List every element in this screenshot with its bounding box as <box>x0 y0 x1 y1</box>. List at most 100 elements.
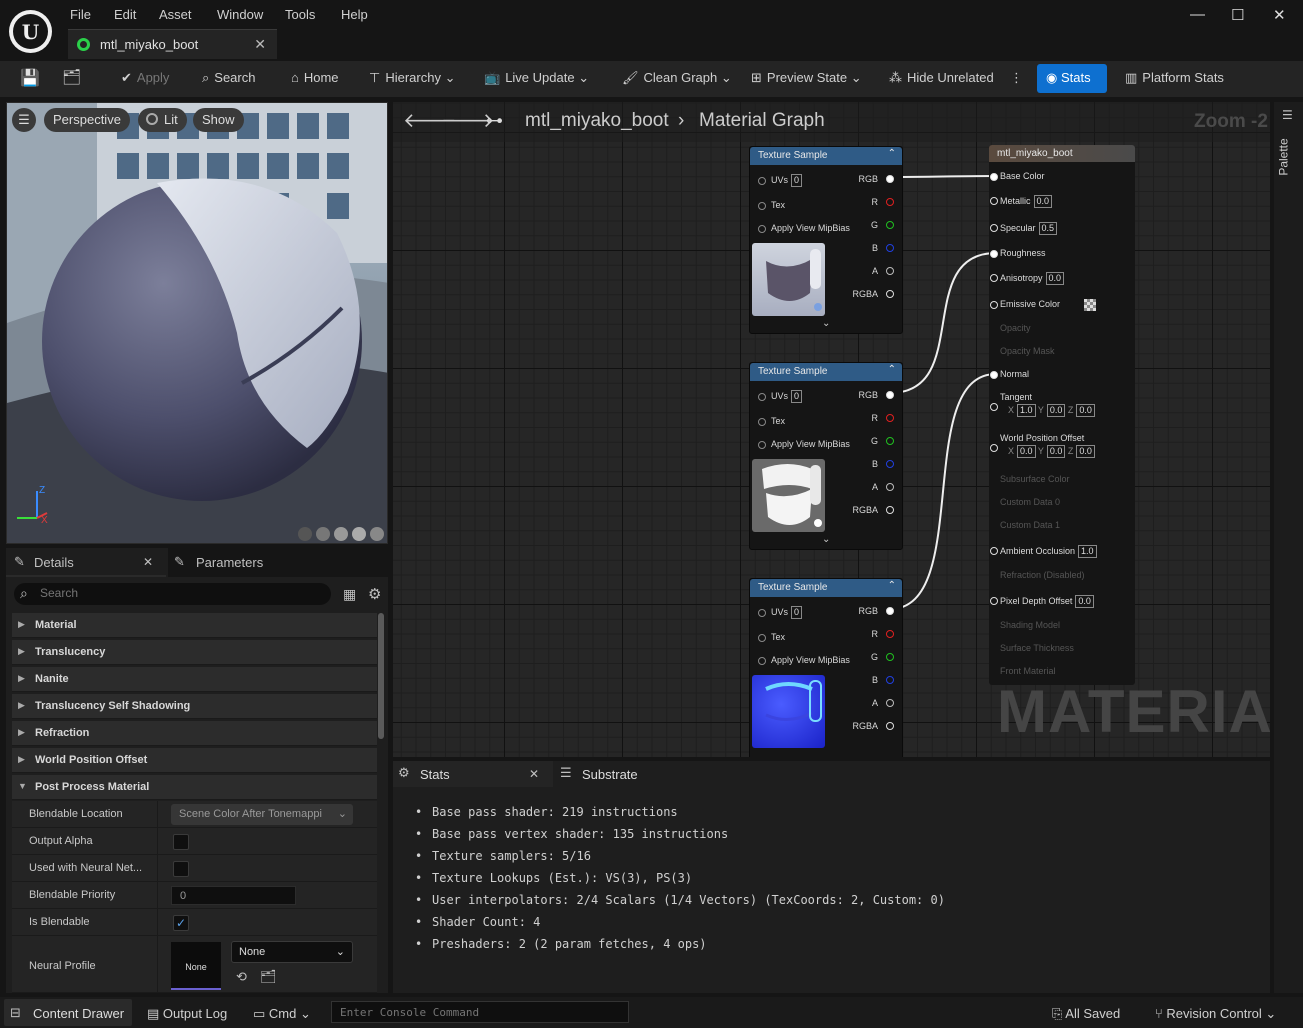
preview-viewport[interactable]: ☰ Perspective Lit Show Z X <box>6 102 388 544</box>
r-output-pin-icon[interactable] <box>886 198 894 206</box>
blendable-location-dropdown[interactable]: Scene Color After Tonemappi ⌄ <box>171 804 353 825</box>
section-nanite[interactable]: ▶ Nanite <box>12 667 377 692</box>
search-button[interactable]: ⌕ Search <box>202 70 255 86</box>
menu-asset[interactable]: Asset <box>159 7 192 22</box>
maximize-icon[interactable]: ☐ <box>1231 6 1244 24</box>
material-node-header[interactable]: mtl_miyako_boot <box>989 145 1135 162</box>
section-post-process-material[interactable]: ▼ Post Process Material <box>12 775 377 800</box>
lit-button[interactable]: Lit <box>138 108 187 132</box>
home-button[interactable]: ⌂ Home <box>291 70 339 85</box>
g-output-pin-icon[interactable] <box>886 437 894 445</box>
wpo-z[interactable]: 0.0 <box>1076 445 1095 458</box>
menu-help[interactable]: Help <box>341 7 368 22</box>
r-output-pin-icon[interactable] <box>886 414 894 422</box>
pin-icon[interactable] <box>990 274 998 282</box>
preview-state-button[interactable]: ⊞ Preview State ⌄ <box>751 70 862 86</box>
node-header[interactable]: Texture Sample ⌃ <box>750 363 902 381</box>
hierarchy-button[interactable]: ⊤ Hierarchy ⌄ <box>369 70 455 86</box>
collapse-node-icon[interactable]: ⌃ <box>888 580 896 591</box>
expand-node-icon[interactable]: ⌄ <box>822 534 830 545</box>
close-details-icon[interactable]: ✕ <box>143 555 153 569</box>
pin-icon[interactable] <box>990 597 998 605</box>
collapse-node-icon[interactable]: ⌃ <box>888 148 896 159</box>
close-stats-icon[interactable]: ✕ <box>529 767 539 781</box>
uvs-value[interactable]: 0 <box>791 606 803 619</box>
tangent-y[interactable]: 0.0 <box>1046 404 1066 417</box>
g-output-pin-icon[interactable] <box>886 653 894 661</box>
collapse-node-icon[interactable]: ⌃ <box>888 364 896 375</box>
uvs-value[interactable]: 0 <box>791 174 803 187</box>
browse-asset-icon[interactable]: 🗂 <box>260 969 277 985</box>
specular-value[interactable]: 0.5 <box>1038 222 1058 235</box>
content-drawer-button[interactable]: ⊟ Content Drawer <box>4 999 132 1026</box>
menu-tools[interactable]: Tools <box>285 7 315 22</box>
uvs-pin-icon[interactable] <box>758 609 766 617</box>
section-world-position-offset[interactable]: ▶ World Position Offset <box>12 748 377 773</box>
pin-icon[interactable] <box>990 547 998 555</box>
more-options-icon[interactable]: ⋮ <box>1010 70 1023 86</box>
metallic-value[interactable]: 0.0 <box>1033 195 1053 208</box>
console-command-input[interactable] <box>331 1001 629 1023</box>
tex-pin-icon[interactable] <box>758 634 766 642</box>
b-output-pin-icon[interactable] <box>886 460 894 468</box>
texture-sample-node-1[interactable]: Texture Sample ⌃ UVs 0 Tex Apply View MipB… <box>749 146 903 334</box>
substrate-tab[interactable]: ☰ Substrate <box>555 761 695 787</box>
blendable-priority-input[interactable]: 0 <box>171 886 296 905</box>
anisotropy-value[interactable]: 0.0 <box>1045 272 1065 285</box>
rgba-output-pin-icon[interactable] <box>886 722 894 730</box>
document-tab[interactable]: mtl_miyako_boot ✕ <box>68 29 277 59</box>
details-search[interactable]: ⌕ <box>14 583 331 605</box>
use-selected-icon[interactable]: ⟲ <box>236 969 247 985</box>
menu-edit[interactable]: Edit <box>114 7 136 22</box>
neural-profile-dropdown[interactable]: None ⌄ <box>231 941 353 963</box>
settings-gear-icon[interactable]: ⚙ <box>368 585 381 603</box>
revision-control-button[interactable]: ⑂ Revision Control ⌄ <box>1155 1006 1276 1022</box>
tex-pin-icon[interactable] <box>758 202 766 210</box>
pin-icon[interactable] <box>990 301 998 309</box>
stats-tab[interactable]: ⚙ Stats ✕ <box>393 761 553 787</box>
ao-value[interactable]: 1.0 <box>1078 545 1097 558</box>
uvs-pin-icon[interactable] <box>758 177 766 185</box>
wpo-y[interactable]: 0.0 <box>1046 445 1066 458</box>
save-icon[interactable]: 💾 <box>20 68 40 88</box>
output-log-button[interactable]: ▤ Output Log <box>147 1006 227 1022</box>
close-tab-icon[interactable]: ✕ <box>254 36 266 53</box>
menu-file[interactable]: File <box>70 7 91 22</box>
pin-icon[interactable] <box>990 371 998 379</box>
a-output-pin-icon[interactable] <box>886 483 894 491</box>
node-header[interactable]: Texture Sample ⌃ <box>750 579 902 597</box>
perspective-button[interactable]: Perspective <box>44 108 130 132</box>
menu-window[interactable]: Window <box>217 7 263 22</box>
stats-button[interactable]: ◉ Stats <box>1037 64 1107 93</box>
details-tab[interactable]: ✎ Details ✕ <box>6 548 166 577</box>
live-update-button[interactable]: 📺 Live Update ⌄ <box>484 70 589 86</box>
pdo-value[interactable]: 0.0 <box>1075 595 1094 608</box>
expand-node-icon[interactable]: ⌄ <box>822 318 830 329</box>
rgb-output-pin-icon[interactable] <box>886 607 894 615</box>
minimize-icon[interactable]: — <box>1190 6 1205 23</box>
r-output-pin-icon[interactable] <box>886 630 894 638</box>
emissive-color-swatch[interactable] <box>1084 299 1096 311</box>
show-button[interactable]: Show <box>193 108 244 132</box>
clean-graph-button[interactable]: 🖌 Clean Graph ⌄ <box>622 70 732 86</box>
material-output-node[interactable]: mtl_miyako_boot Base Color Metallic 0.0 S… <box>989 145 1135 685</box>
mipbias-pin-icon[interactable] <box>758 225 766 233</box>
hide-unrelated-button[interactable]: ⁂ Hide Unrelated <box>889 70 994 86</box>
pin-icon[interactable] <box>990 403 998 411</box>
output-alpha-checkbox[interactable] <box>173 834 189 850</box>
section-refraction[interactable]: ▶ Refraction <box>12 721 377 746</box>
pin-icon[interactable] <box>990 250 998 258</box>
b-output-pin-icon[interactable] <box>886 244 894 252</box>
texture-sample-node-2[interactable]: Texture Sample ⌃ UVs 0 Tex Apply View MipB… <box>749 362 903 550</box>
pin-icon[interactable] <box>990 444 998 452</box>
platform-stats-button[interactable]: ▥ Platform Stats <box>1125 70 1224 86</box>
uvs-value[interactable]: 0 <box>791 390 803 403</box>
pin-icon[interactable] <box>990 197 998 205</box>
b-output-pin-icon[interactable] <box>886 676 894 684</box>
tangent-x[interactable]: 1.0 <box>1017 404 1036 417</box>
tex-pin-icon[interactable] <box>758 418 766 426</box>
rgba-output-pin-icon[interactable] <box>886 506 894 514</box>
pin-icon[interactable] <box>990 224 998 232</box>
wpo-x[interactable]: 0.0 <box>1017 445 1036 458</box>
section-translucency[interactable]: ▶ Translucency <box>12 640 377 665</box>
